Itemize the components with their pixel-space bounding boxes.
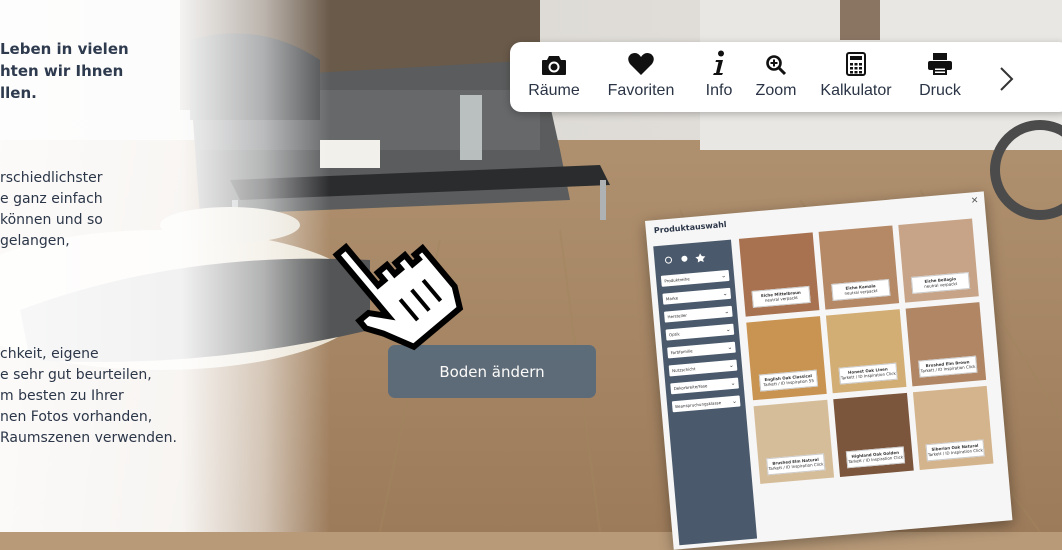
toolbar-label-info: Info	[705, 82, 733, 99]
chevron-down-icon: ⌄	[728, 361, 735, 370]
product-swatch[interactable]: Highland Oak Golden Tarkett / ID Inspirat…	[833, 392, 914, 477]
filter-dropdown-5[interactable]: Farbfamilie ⌄	[667, 341, 736, 359]
product-selection-window: Produktauswahl ✕ Produktreihe ⌄ Marke ⌄ He…	[645, 191, 1013, 550]
chevron-down-icon: ⌄	[727, 343, 733, 352]
toolbar-item-zoom[interactable]: Zoom	[744, 42, 808, 112]
hand-cursor-icon	[332, 242, 464, 351]
filter-dropdown-8[interactable]: Beanspruchungsklasse ⌄	[671, 395, 741, 413]
product-swatch-label: Siberian Oak Natural Tarkett / ID Inspira…	[925, 439, 985, 462]
product-swatch[interactable]: Brushed Elm Natural Tarkett / ID Inspirat…	[753, 399, 835, 484]
calculator-icon	[846, 42, 866, 76]
filter-label-4: Optik	[668, 331, 680, 338]
toolbar-item-raeume[interactable]: Räume	[518, 42, 590, 112]
toolbar-label-kalkulator: Kalkulator	[820, 82, 892, 99]
product-window-title: Produktauswahl	[653, 219, 727, 236]
product-filter-sidebar: Produktreihe ⌄ Marke ⌄ Hersteller ⌄ Optik ⌄ …	[653, 239, 758, 546]
filter-dropdown-4[interactable]: Optik ⌄	[665, 323, 735, 341]
chevron-down-icon: ⌄	[731, 397, 738, 406]
camera-icon	[541, 42, 567, 76]
product-swatch[interactable]: Honest Oak Linen Tarkett / ID Inspiration…	[825, 309, 907, 394]
product-swatch-label: Brushed Elm Natural Tarkett / ID Inspirat…	[766, 453, 826, 476]
toolbar-label-zoom: Zoom	[755, 82, 797, 99]
filter-dropdown-1[interactable]: Produktreihe ⌄	[660, 269, 730, 287]
product-swatch[interactable]: Eiche Mittelbraun neutral verpackt	[738, 232, 820, 317]
toolbar-item-info[interactable]: Info	[696, 42, 742, 112]
product-swatch[interactable]: English Oak Classical Tarkett / ID Inspir…	[746, 316, 827, 401]
product-swatch[interactable]: Eiche Kamala neutral verpackt	[818, 225, 900, 310]
toolbar-item-favoriten[interactable]: Favoriten	[596, 42, 686, 112]
filter-label-7: Dekorbreite/Fase	[673, 383, 708, 392]
filter-label-8: Beanspruchungsklasse	[675, 400, 722, 410]
filter-label-5: Farbfamilie	[670, 348, 693, 356]
chevron-down-icon: ⌄	[720, 272, 727, 280]
filter-label-1: Produktreihe	[664, 276, 690, 284]
filter-label-3: Hersteller	[667, 312, 688, 320]
filter-dropdown-2[interactable]: Marke ⌄	[662, 287, 732, 305]
printer-icon	[927, 42, 953, 76]
product-swatch[interactable]: Brushed Elm Brown Tarkett / ID Inspiratio…	[905, 302, 987, 387]
filter-dropdown-3[interactable]: Hersteller ⌄	[663, 305, 733, 323]
toolbar-label-favoriten: Favoriten	[607, 82, 675, 99]
intro-headline: Leben in vielen hten wir Ihnen llen.	[0, 40, 129, 102]
heart-icon	[628, 42, 654, 76]
product-swatch[interactable]: Eiche Bellagio neutral verpackt	[898, 218, 979, 303]
product-swatch-label: Honest Oak Linen Tarkett / ID Inspiration…	[838, 362, 898, 385]
chevron-right-icon[interactable]	[994, 64, 1018, 94]
product-swatch-grid: Eiche Mittelbraun neutral verpackt Eiche K…	[738, 218, 1006, 538]
intro-paragraph-1: rschiedlichster e ganz einfach können un…	[0, 170, 103, 249]
filter-dropdown-7[interactable]: Dekorbreite/Fase ⌄	[670, 377, 739, 395]
viewer-toolbar: Räume Favoriten Info Zoom Kalkulator Dru…	[510, 42, 1062, 112]
chevron-down-icon: ⌄	[730, 379, 736, 388]
intro-text-panel: Leben in vielen hten wir Ihnen llen. rsc…	[0, 0, 330, 532]
toolbar-item-kalkulator[interactable]: Kalkulator	[810, 42, 902, 112]
filter-label-6: Nutzschicht	[671, 366, 696, 374]
product-swatch-label: Brushed Elm Brown Tarkett / ID Inspiratio…	[918, 355, 978, 378]
product-swatch-label: English Oak Classical Tarkett / ID Inspir…	[758, 369, 819, 392]
chevron-down-icon: ⌄	[723, 308, 730, 316]
chevron-down-icon: ⌄	[725, 325, 732, 334]
toolbar-item-druck[interactable]: Druck	[908, 42, 972, 112]
product-swatch-label: Highland Oak Golden Tarkett / ID Inspirat…	[845, 446, 906, 469]
toolbar-label-druck: Druck	[919, 82, 961, 99]
toolbar-label-raeume: Räume	[528, 82, 580, 99]
product-swatch[interactable]: Siberian Oak Natural Tarkett / ID Inspira…	[912, 385, 994, 471]
close-icon[interactable]: ✕	[971, 196, 979, 207]
product-swatch-label: Eiche Mittelbraun neutral verpackt	[751, 285, 811, 308]
intro-paragraph-2: chkeit, eigene e sehr gut beurteilen, m …	[0, 346, 177, 446]
product-swatch-label: Eiche Kamala neutral verpackt	[831, 278, 891, 301]
filter-label-2: Marke	[665, 295, 679, 302]
chevron-down-icon: ⌄	[722, 290, 728, 298]
zoom-in-icon	[765, 42, 787, 76]
info-icon	[711, 42, 727, 76]
product-swatch-label: Eiche Bellagio neutral verpackt	[910, 271, 971, 294]
view-mode-icons	[660, 248, 727, 272]
filter-dropdown-6[interactable]: Nutzschicht ⌄	[668, 359, 738, 377]
